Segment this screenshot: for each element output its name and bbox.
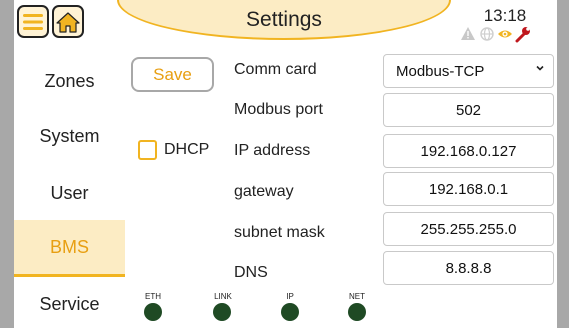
header-bar: Settings 13:18 — [14, 0, 557, 43]
eye-icon — [498, 30, 512, 38]
page-title: Settings — [246, 8, 322, 31]
sidebar-item-label: Zones — [44, 70, 95, 91]
gateway-label: gateway — [234, 183, 294, 200]
subnet-mask-value: 255.255.255.0 — [420, 220, 517, 238]
sidebar-item-label: Service — [39, 293, 100, 314]
led-label-eth: ETH — [145, 292, 161, 301]
sidebar-item-bms[interactable]: BMS — [14, 220, 125, 277]
globe-icon — [480, 27, 494, 41]
wrench-icon — [515, 27, 530, 43]
sidebar-item-label: User — [50, 182, 89, 203]
dns-field[interactable]: 8.8.8.8 — [383, 251, 554, 285]
sidebar-item-label: BMS — [49, 236, 89, 257]
ip-address-label: IP address — [234, 142, 311, 159]
led-label-ip: IP — [286, 292, 294, 301]
gateway-value: 192.168.0.1 — [428, 180, 509, 198]
sidebar-item-user[interactable]: User — [14, 165, 125, 221]
sidebar-item-zones[interactable]: Zones — [14, 53, 125, 109]
status-icons — [461, 27, 530, 43]
settings-screen: Settings 13:18 Zones System User BMS Ser… — [14, 0, 557, 328]
led-label-net: NET — [349, 292, 365, 301]
gateway-field[interactable]: 192.168.0.1 — [383, 172, 554, 206]
modbus-port-value: 502 — [455, 101, 482, 119]
dns-value: 8.8.8.8 — [445, 259, 492, 277]
sidebar-item-label: System — [39, 125, 100, 146]
sidebar-item-service[interactable]: Service — [14, 276, 125, 328]
sidebar-item-system[interactable]: System — [14, 108, 125, 164]
save-button[interactable]: Save — [131, 57, 214, 92]
dns-label: DNS — [234, 264, 268, 281]
comm-card-label: Comm card — [234, 61, 317, 78]
dhcp-label: DHCP — [164, 141, 210, 158]
sidebar: Zones System User BMS Service — [14, 50, 125, 328]
ip-address-value: 192.168.0.127 — [420, 142, 517, 160]
comm-card-value: Modbus-TCP — [396, 62, 485, 80]
subnet-mask-label: subnet mask — [234, 224, 325, 241]
modbus-port-field[interactable]: 502 — [383, 93, 554, 127]
modbus-port-label: Modbus port — [234, 101, 323, 118]
comm-card-select[interactable]: Modbus-TCP — [383, 54, 554, 88]
led-label-link: LINK — [214, 292, 232, 301]
led-link — [213, 303, 231, 321]
chevron-down-icon — [536, 65, 544, 71]
ip-address-field[interactable]: 192.168.0.127 — [383, 134, 554, 168]
led-ip — [281, 303, 299, 321]
home-button[interactable] — [52, 5, 84, 38]
led-eth — [144, 303, 162, 321]
menu-icon — [23, 13, 43, 30]
subnet-mask-field[interactable]: 255.255.255.0 — [383, 212, 554, 246]
clock: 13:18 — [483, 6, 527, 25]
menu-button[interactable] — [17, 5, 49, 38]
led-net — [348, 303, 366, 321]
dhcp-checkbox[interactable] — [138, 140, 157, 160]
home-icon — [56, 11, 80, 33]
warning-icon — [461, 27, 475, 40]
